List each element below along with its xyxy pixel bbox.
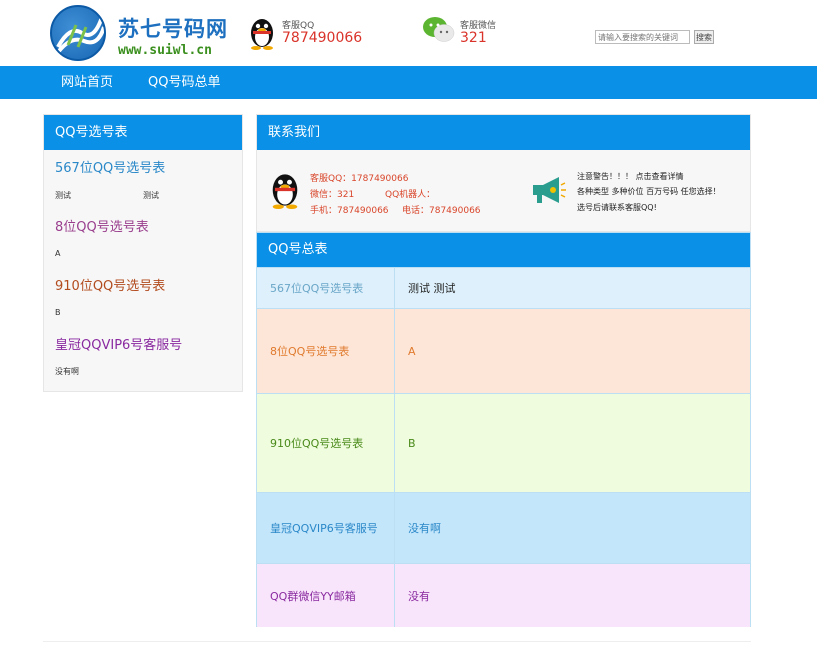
left-section-910[interactable]: 910位QQ号选号表 bbox=[55, 275, 165, 294]
wechat-icon bbox=[423, 17, 455, 42]
contact-panel-title: 联系我们 bbox=[257, 115, 750, 150]
notice-line-1[interactable]: 注意警告！！！ 点击查看详情 bbox=[577, 171, 684, 182]
nav-item-home[interactable]: 网站首页 bbox=[61, 66, 113, 99]
contact-qq-robot: QQ机器人： bbox=[385, 190, 436, 200]
contact-qq[interactable]: 客服QQ：1787490066 bbox=[310, 171, 408, 184]
contact-wechat: 微信：321 bbox=[310, 190, 355, 200]
megaphone-icon bbox=[533, 177, 566, 203]
notice-line-3: 选号后请联系客服QQ! bbox=[577, 203, 657, 212]
search-button[interactable]: 搜索 bbox=[694, 30, 714, 44]
table-cell-category: 567位QQ号选号表 bbox=[257, 268, 395, 308]
qq-number: 787490066 bbox=[282, 30, 363, 46]
table-cell-value: B bbox=[408, 436, 416, 450]
left-section-567-sub-1[interactable]: 测试 bbox=[55, 190, 71, 201]
qq-penguin-icon bbox=[251, 19, 273, 50]
left-section-vip-sub-1[interactable]: 没有啊 bbox=[55, 366, 79, 377]
notice-line-2: 各种类型 多种价位 百万号码 任您选择！ bbox=[577, 187, 721, 196]
table-cell-value: 没有啊 bbox=[408, 522, 441, 535]
contact-panel: 联系我们 客服QQ：1787490066 微信：321 QQ机器人： 手机：78… bbox=[256, 114, 751, 232]
wechat-number: 321 bbox=[460, 30, 487, 46]
site-header: 苏七号码网 www.suiwl.cn 客服QQ 787490066 客服微信 3… bbox=[0, 0, 817, 66]
logo-emblem-icon bbox=[50, 5, 106, 61]
table-cell-category: 8位QQ号选号表 bbox=[257, 309, 395, 393]
summary-table-title: QQ号总表 bbox=[257, 233, 750, 267]
table-row[interactable]: 567位QQ号选号表 测试 测试 bbox=[257, 267, 750, 308]
qq-summary-table: QQ号总表 567位QQ号选号表 测试 测试 8位QQ号选号表 A 910位QQ… bbox=[256, 232, 751, 627]
table-cell-category: QQ群微信YY邮箱 bbox=[257, 564, 395, 627]
table-cell-value: 没有 bbox=[408, 589, 430, 603]
left-section-910-sub-1[interactable]: B bbox=[55, 308, 61, 317]
header-qq-contact[interactable]: 客服QQ 787490066 bbox=[248, 16, 388, 52]
search-input[interactable] bbox=[595, 30, 690, 44]
contact-tel: 电话：787490066 bbox=[402, 206, 481, 216]
table-cell-category: 皇冠QQVIP6号客服号 bbox=[257, 493, 395, 563]
qq-penguin-icon bbox=[272, 174, 298, 209]
left-section-567[interactable]: 567位QQ号选号表 bbox=[55, 157, 165, 176]
table-row[interactable]: 8位QQ号选号表 A bbox=[257, 308, 750, 393]
table-row[interactable]: 910位QQ号选号表 B bbox=[257, 393, 750, 492]
table-row[interactable]: 皇冠QQVIP6号客服号 没有啊 bbox=[257, 492, 750, 563]
left-panel-title: QQ号选号表 bbox=[44, 115, 242, 150]
qq-selection-panel: QQ号选号表 567位QQ号选号表 测试 测试 8位QQ号选号表 A 910位Q… bbox=[43, 114, 243, 392]
table-cell-value: A bbox=[408, 344, 416, 358]
table-cell-value: 测试 测试 bbox=[408, 282, 456, 295]
main-nav: 网站首页 QQ号码总单 bbox=[0, 66, 817, 99]
contact-mobile: 手机：787490066 bbox=[310, 206, 389, 216]
site-url: www.suiwl.cn bbox=[118, 43, 212, 58]
nav-item-qq-list[interactable]: QQ号码总单 bbox=[148, 66, 220, 99]
left-section-567-sub-2[interactable]: 测试 bbox=[143, 190, 159, 201]
footer-divider bbox=[43, 641, 751, 642]
left-section-8[interactable]: 8位QQ号选号表 bbox=[55, 216, 149, 235]
left-section-8-sub-1[interactable]: A bbox=[55, 249, 60, 258]
site-logo[interactable]: 苏七号码网 www.suiwl.cn bbox=[50, 5, 240, 63]
site-title: 苏七号码网 bbox=[118, 17, 228, 41]
table-row[interactable]: QQ群微信YY邮箱 没有 bbox=[257, 563, 750, 627]
left-section-vip[interactable]: 皇冠QQVIP6号客服号 bbox=[55, 334, 182, 353]
table-cell-category: 910位QQ号选号表 bbox=[257, 394, 395, 492]
header-wechat-contact[interactable]: 客服微信 321 bbox=[422, 16, 532, 52]
